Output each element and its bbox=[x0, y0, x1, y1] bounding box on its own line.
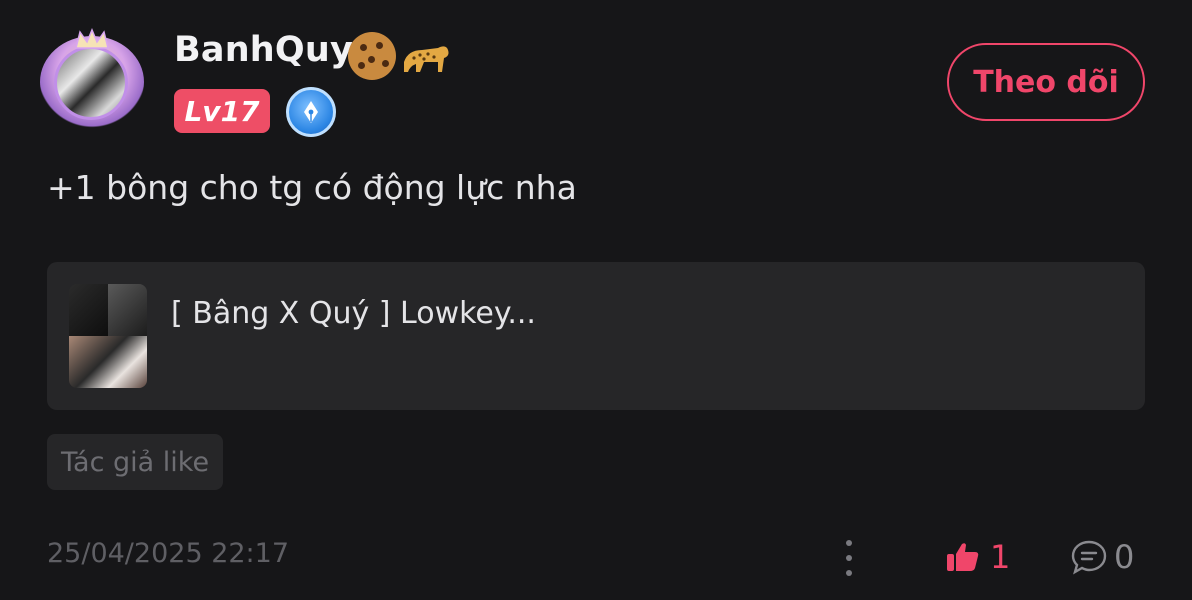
like-count: 1 bbox=[990, 538, 1011, 576]
dot bbox=[846, 540, 852, 546]
comment-button[interactable]: 0 bbox=[1070, 534, 1134, 580]
more-options-icon[interactable] bbox=[838, 540, 860, 576]
cookie-icon bbox=[348, 32, 396, 80]
pen-nib-shape bbox=[304, 101, 318, 123]
crown-icon bbox=[75, 28, 109, 49]
comment-count: 0 bbox=[1114, 538, 1135, 576]
timestamp: 25/04/2025 22:17 bbox=[47, 538, 290, 569]
thumbs-up-icon bbox=[947, 543, 979, 571]
thumbnail-tile bbox=[108, 284, 147, 336]
username[interactable]: BanhQuy bbox=[174, 30, 353, 70]
referenced-post-card[interactable]: [ Bâng X Quý ] Lowkey... bbox=[47, 262, 1145, 410]
referenced-post-thumbnail bbox=[69, 284, 147, 388]
follow-button[interactable]: Theo dõi bbox=[947, 43, 1145, 121]
referenced-post-title: [ Bâng X Quý ] Lowkey... bbox=[171, 296, 536, 331]
comment-text: +1 bông cho tg có động lực nha bbox=[47, 168, 577, 207]
avatar[interactable] bbox=[40, 28, 144, 130]
level-badge: Lv17 bbox=[174, 89, 270, 133]
avatar-photo bbox=[54, 46, 128, 120]
dot bbox=[846, 570, 852, 576]
leopard-icon bbox=[404, 46, 449, 72]
thumbnail-tile bbox=[69, 336, 147, 388]
author-liked-tag: Tác giả like bbox=[47, 434, 224, 490]
fountain-pen-icon[interactable] bbox=[286, 87, 336, 137]
speech-bubble-icon bbox=[1071, 540, 1107, 575]
user-emojis bbox=[348, 32, 452, 80]
thumbnail-tile bbox=[69, 284, 108, 336]
dot bbox=[846, 555, 852, 561]
like-button[interactable]: 1 bbox=[946, 534, 1010, 580]
